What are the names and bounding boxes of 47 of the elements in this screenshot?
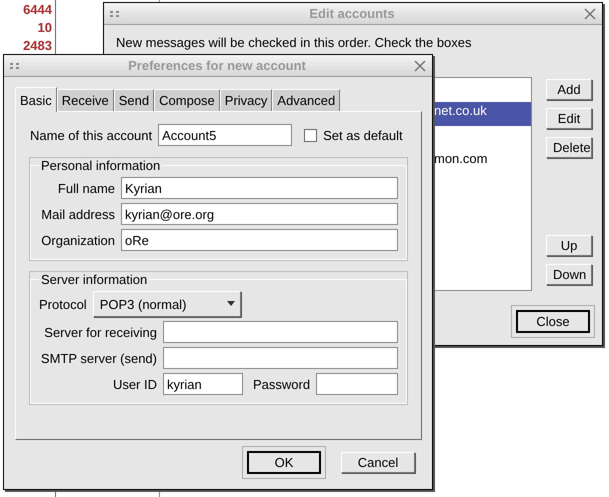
password-field[interactable] [316,373,398,395]
tab[interactable]: Receive [56,89,114,111]
account-action-button[interactable]: Edit [546,108,592,129]
input-field[interactable] [163,347,398,369]
checkbox-label: Set as default [323,128,403,142]
field-label: Organization [40,232,115,248]
field-label: Name of this account [30,128,152,142]
instruction-text: New messages will be checked in this order. Check the boxes [116,35,472,50]
message-count: 10 [38,20,52,35]
field-label: Mail address [40,206,115,222]
window-title: Edit accounts [308,6,396,21]
cancel-button[interactable]: Cancel [341,452,415,473]
tab[interactable]: Compose [154,89,220,111]
close-icon[interactable] [414,60,426,72]
protocol-dropdown[interactable]: POP3 (normal) [92,291,241,317]
tab[interactable]: Advanced [272,89,340,111]
input-field[interactable]: oRe [121,229,398,251]
group-title: Personal information [40,158,162,173]
window-title: Preferences for new account [127,58,307,73]
close-icon[interactable] [584,8,596,20]
close-button[interactable]: Close [516,310,590,333]
field-label: Password [253,376,310,392]
user-id-field[interactable]: kyrian [163,373,243,395]
grip-icon [10,62,20,68]
message-count: 2483 [23,38,52,53]
account-action-button[interactable]: Delete [546,137,592,158]
input-field[interactable]: Kyrian [121,177,398,199]
account-name-field[interactable]: Account5 [158,124,292,146]
move-button[interactable]: Down [546,264,592,285]
ok-button[interactable]: OK [247,451,321,474]
input-field[interactable] [163,321,398,343]
group-title: Server information [40,272,148,287]
field-label: Full name [56,180,115,196]
input-field[interactable]: kyrian@ore.org [121,203,398,225]
message-count: 6444 [23,2,52,17]
grip-icon [110,10,120,16]
account-action-button[interactable]: Add [546,79,592,100]
tab[interactable]: Privacy [220,89,272,111]
field-label: User ID [112,376,157,392]
tab[interactable]: Send [114,89,154,111]
field-label: Protocol [39,296,87,312]
field-label: Server for receiving [43,324,157,340]
tab[interactable]: Basic [15,87,57,112]
checkbox[interactable] [304,128,318,142]
account-item[interactable]: mon.com [431,150,531,174]
field-label: SMTP server (send) [40,350,157,366]
move-button[interactable]: Up [546,235,592,256]
